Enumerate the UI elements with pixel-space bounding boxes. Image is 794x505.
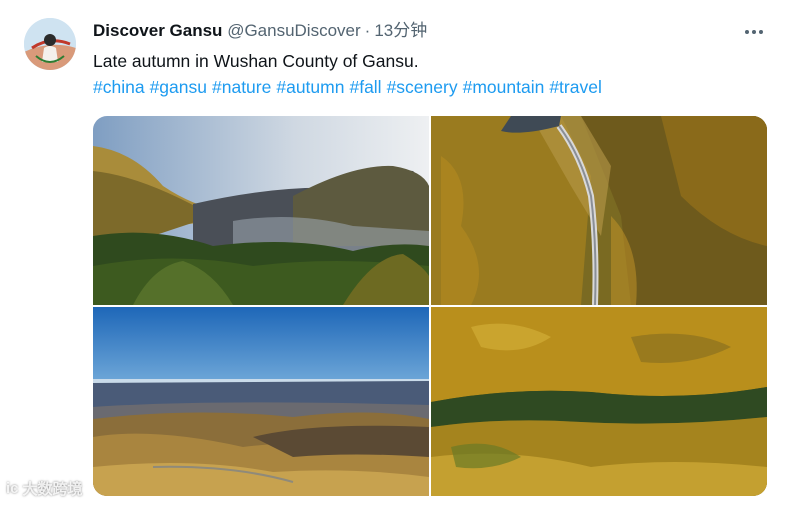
tweet-card[interactable]: Discover Gansu @GansuDiscover · 13分钟 Late … [0, 0, 794, 505]
author-name[interactable]: Discover Gansu [93, 21, 222, 40]
hashtag-link[interactable]: #gansu [150, 77, 207, 97]
photo-forest-canopy[interactable] [431, 307, 767, 496]
hashtag-link[interactable]: #china [93, 77, 145, 97]
hashtag-link[interactable]: #travel [549, 77, 602, 97]
watermark: ic 大数跨境 [6, 478, 83, 499]
photo-plateau-sky[interactable] [93, 307, 429, 496]
hashtag-link[interactable]: #scenery [387, 77, 458, 97]
watermark-text: 大数跨境 [22, 481, 83, 498]
author-handle[interactable]: @GansuDiscover [227, 21, 360, 40]
hashtag-link[interactable]: #fall [349, 77, 381, 97]
photo-mountain-valley[interactable] [93, 116, 429, 305]
header-separator: · [364, 21, 371, 40]
more-horizontal-icon [745, 30, 749, 34]
tweet-time[interactable]: 13分钟 [374, 21, 427, 40]
avatar[interactable] [24, 18, 76, 70]
avatar-image [24, 18, 76, 70]
hashtag-link[interactable]: #autumn [276, 77, 344, 97]
tweet-text: Late autumn in Wushan County of Gansu. [93, 51, 419, 71]
more-options-button[interactable] [740, 20, 768, 44]
hashtag-list: #china #gansu #nature #autumn #fall #scenery #… [93, 76, 607, 98]
photo-aerial-road[interactable] [431, 116, 767, 305]
watermark-logo: ic [6, 480, 19, 497]
tweet-header: Discover Gansu @GansuDiscover · 13分钟 [93, 20, 754, 42]
hashtag-link[interactable]: #nature [212, 77, 271, 97]
media-grid [93, 116, 767, 496]
hashtag-link[interactable]: #mountain [463, 77, 545, 97]
